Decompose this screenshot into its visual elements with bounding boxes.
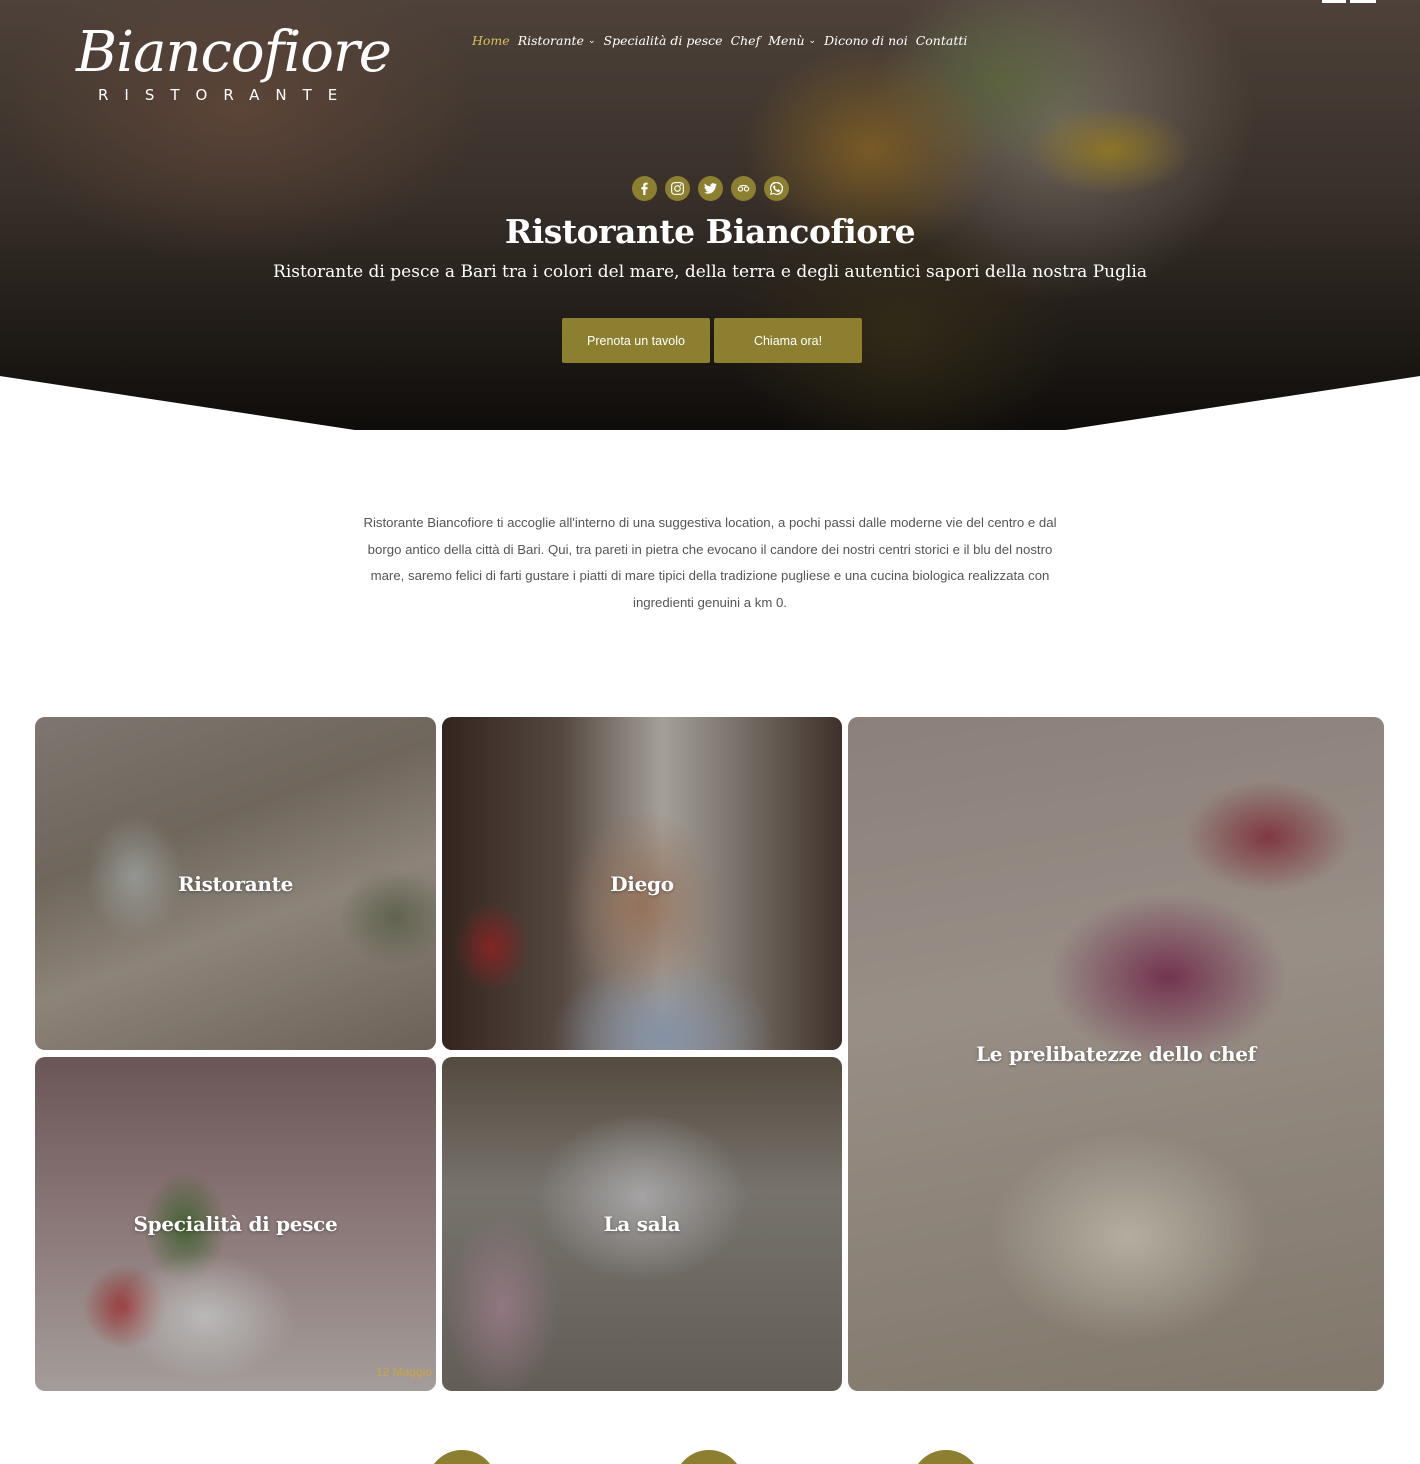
social-links — [632, 176, 789, 201]
logo-subtitle: RISTORANTE — [98, 86, 354, 104]
tile-ristorante[interactable]: Ristorante — [35, 717, 436, 1050]
tile-label: Specialità di pesce — [133, 1212, 338, 1236]
tile-label: Ristorante — [177, 871, 294, 896]
nav-item-chef[interactable]: Chef — [731, 33, 761, 48]
tile-label: Diego — [610, 871, 674, 896]
tile-diego[interactable]: Diego — [442, 717, 842, 1050]
nav-item-label: Specialità di pesce — [603, 33, 723, 48]
facebook-icon[interactable] — [632, 176, 657, 201]
whatsapp-icon[interactable] — [764, 176, 789, 201]
site-logo[interactable]: Biancofiore RISTORANTE — [76, 24, 406, 114]
nav-item-label: Contatti — [915, 33, 968, 48]
language-flag-icon[interactable] — [1322, 0, 1376, 3]
chevron-down-icon: ⌄ — [808, 35, 817, 46]
tile-chef[interactable]: Le prelibatezze dello chef — [848, 717, 1384, 1391]
hero-subtitle: Ristorante di pesce a Bari tra i colori … — [273, 262, 1147, 282]
nav-item-specialita[interactable]: Specialità di pesce — [604, 33, 723, 48]
feature-icon-3 — [911, 1450, 981, 1464]
feature-icon-1 — [427, 1450, 497, 1464]
nav-item-label: Chef — [730, 33, 761, 48]
hero-title: Ristorante Biancofiore — [504, 212, 916, 251]
book-table-button[interactable]: Prenota un tavolo — [562, 318, 710, 363]
nav-item-menu[interactable]: Menù ⌄ — [768, 33, 816, 48]
tile-la-sala[interactable]: La sala — [442, 1057, 842, 1391]
tripadvisor-icon[interactable] — [731, 176, 756, 201]
nav-item-dicono-di-noi[interactable]: Dicono di noi — [824, 33, 908, 48]
main-nav: Home Ristorante ⌄ Specialità di pesce Che… — [472, 33, 967, 48]
tile-label: La sala — [603, 1212, 681, 1236]
intro-text: Ristorante Biancofiore ti accoglie all'i… — [363, 515, 1057, 611]
logo-wordmark: Biancofiore — [76, 20, 392, 85]
tile-specialita-pesce[interactable]: Specialità di pesce 12 Maggio — [35, 1057, 436, 1391]
call-now-button[interactable]: Chiama ora! — [714, 318, 862, 363]
nav-item-label: Dicono di noi — [824, 33, 908, 48]
twitter-icon[interactable] — [698, 176, 723, 201]
nav-item-label: Home — [472, 33, 510, 48]
instagram-icon[interactable] — [665, 176, 690, 201]
nav-item-label: Ristorante — [517, 33, 584, 48]
nav-item-ristorante[interactable]: Ristorante ⌄ — [518, 33, 596, 48]
nav-item-home[interactable]: Home — [472, 33, 510, 48]
feature-icon-2 — [674, 1450, 744, 1464]
chevron-down-icon: ⌄ — [587, 35, 596, 46]
tile-label: Le prelibatezze dello chef — [976, 1042, 1256, 1066]
nav-item-label: Menù — [768, 33, 805, 48]
nav-item-contatti[interactable]: Contatti — [916, 33, 968, 48]
photo-watermark: 12 Maggio — [375, 1365, 432, 1379]
